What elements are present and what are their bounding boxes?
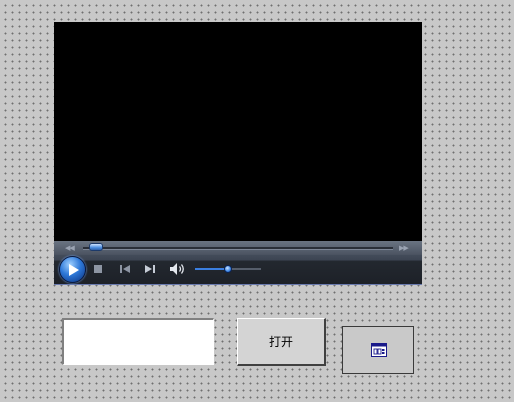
activex-control[interactable]	[342, 326, 414, 374]
seek-thumb[interactable]	[88, 243, 103, 251]
stop-icon[interactable]	[93, 264, 103, 274]
volume-thumb[interactable]	[224, 265, 232, 273]
rewind-icon[interactable]: ◀◀	[65, 244, 75, 252]
play-button[interactable]	[59, 256, 86, 283]
previous-icon[interactable]	[119, 264, 131, 274]
video-display[interactable]	[54, 22, 422, 241]
fast-forward-icon[interactable]: ▶▶	[399, 244, 409, 252]
play-icon	[69, 264, 79, 276]
file-path-input[interactable]	[62, 318, 214, 365]
seek-track[interactable]	[83, 247, 393, 250]
next-icon[interactable]	[144, 264, 156, 274]
speaker-icon[interactable]	[169, 262, 187, 276]
media-player[interactable]: ◀◀ ▶▶	[54, 22, 422, 285]
button-row	[54, 255, 422, 285]
open-button[interactable]: 打开	[237, 318, 326, 366]
seek-bar[interactable]: ◀◀ ▶▶	[54, 241, 422, 255]
activex-control-icon	[371, 343, 387, 357]
player-controls: ◀◀ ▶▶	[54, 241, 422, 285]
volume-slider[interactable]	[195, 265, 261, 273]
